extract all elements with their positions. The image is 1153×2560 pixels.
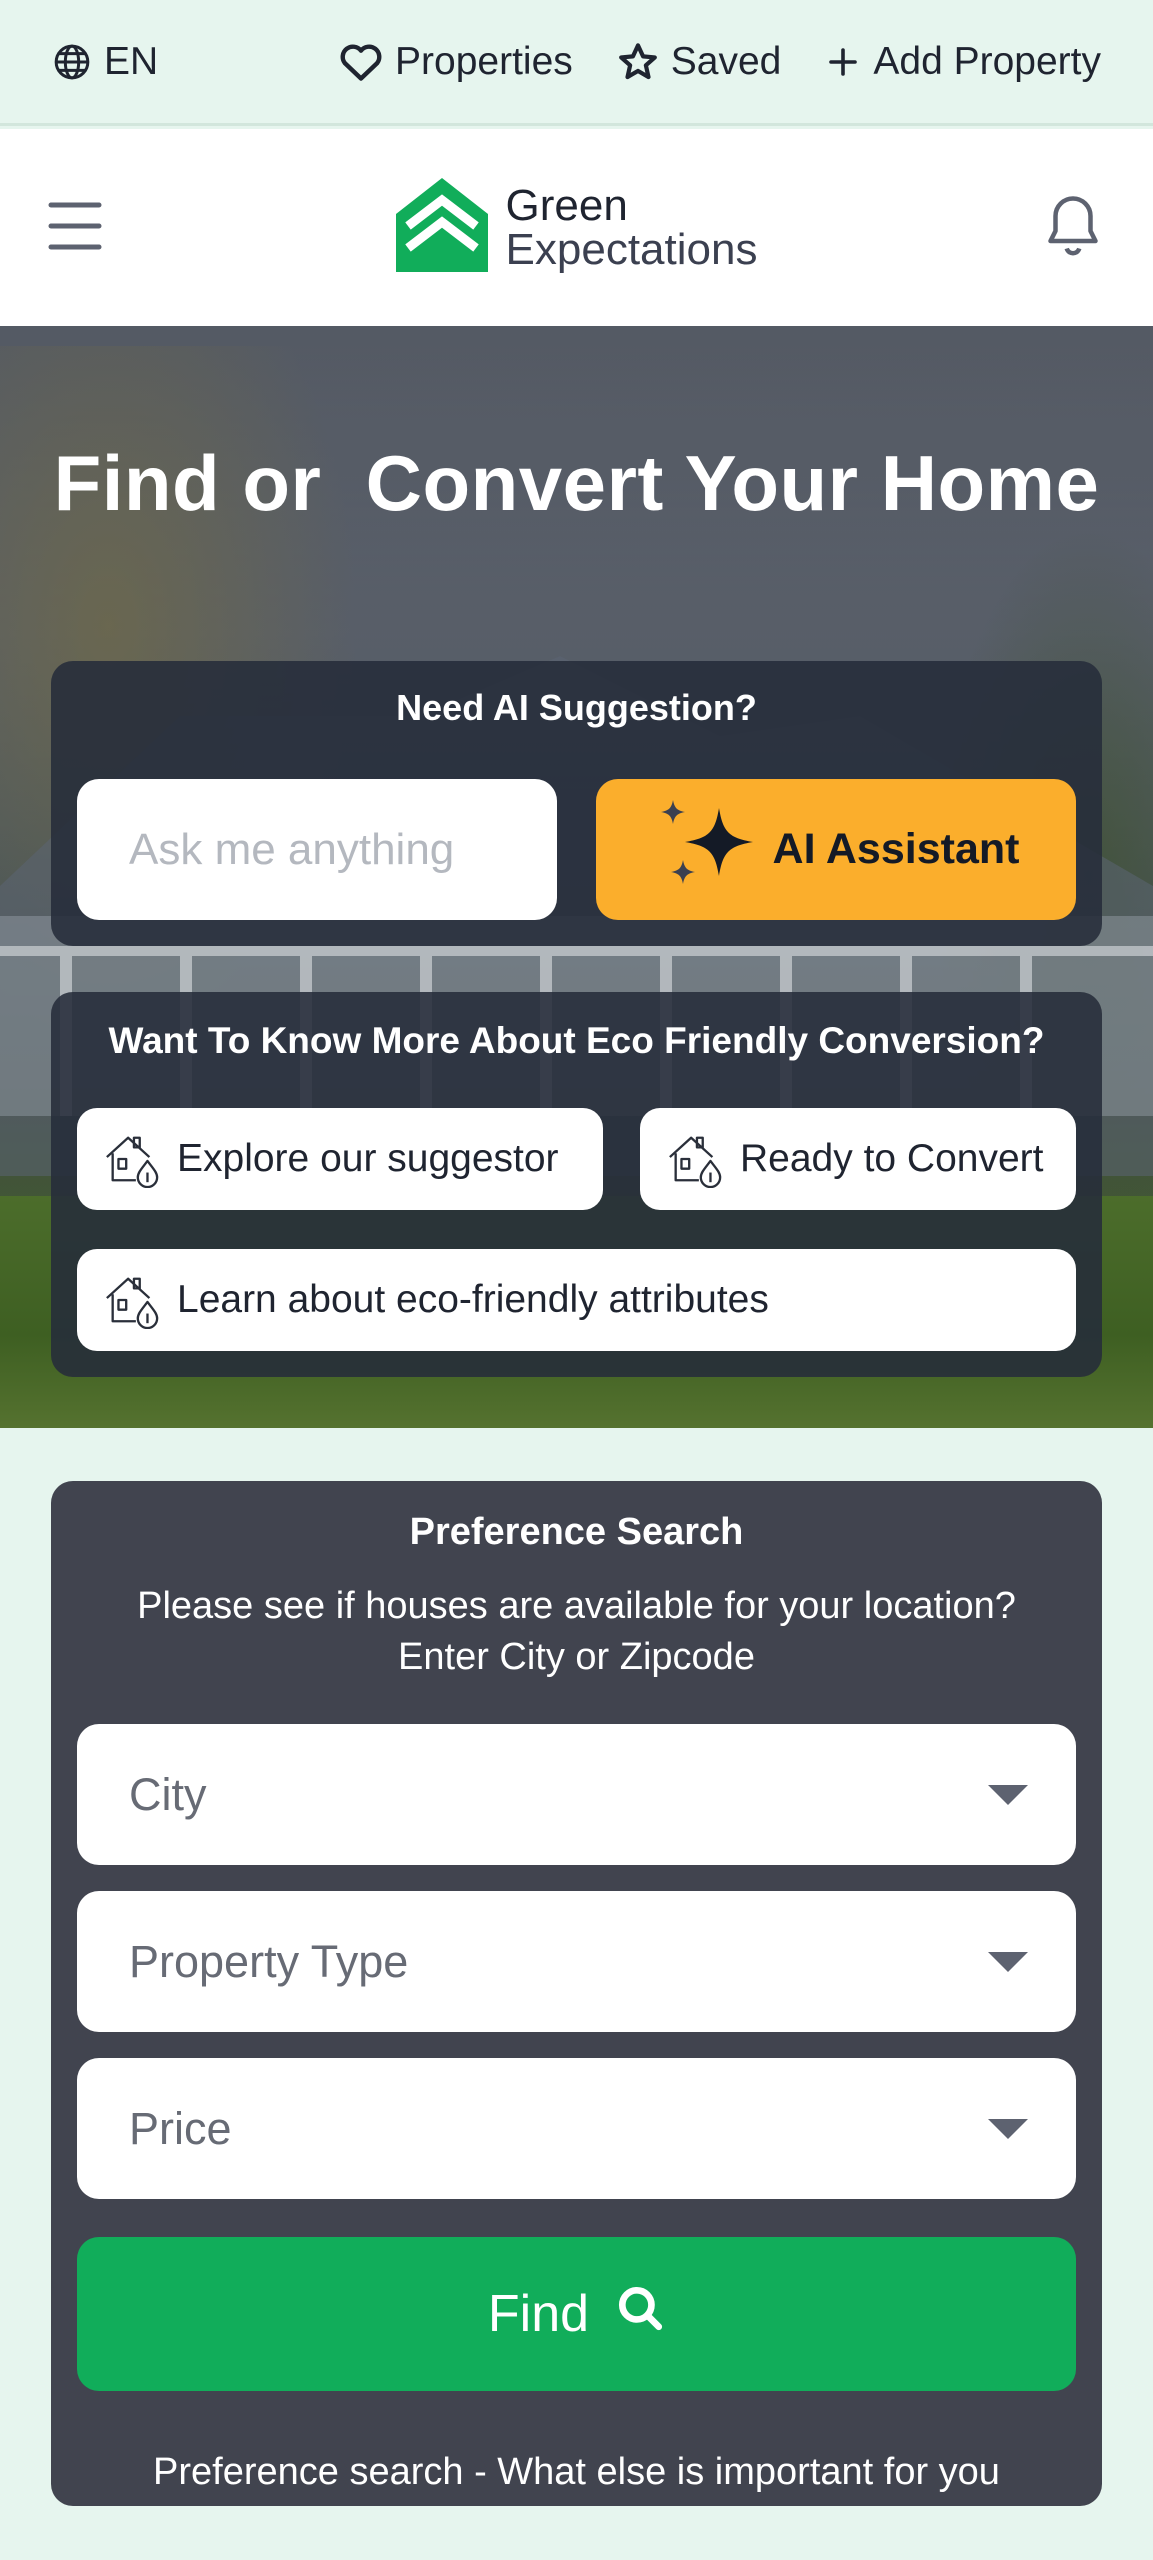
ready-to-convert-label: Ready to Convert — [740, 1137, 1044, 1180]
logo-chevron-icon — [395, 178, 488, 277]
city-select[interactable]: City — [77, 1724, 1076, 1865]
ai-assistant-button[interactable]: AI Assistant — [596, 779, 1076, 920]
language-label: EN — [104, 39, 159, 83]
explore-suggestor-button[interactable]: Explore our suggestor — [77, 1108, 603, 1210]
eco-house-icon — [103, 1130, 161, 1188]
preference-search-description: Please see if houses are available for y… — [137, 1585, 1016, 1679]
utility-bar: EN Properties Saved Add Property — [0, 0, 1153, 126]
ai-suggestion-card: Need AI Suggestion? AI Assistant — [51, 661, 1102, 946]
sparkles-icon — [653, 794, 763, 905]
property-type-select-value: Property Type — [129, 1935, 409, 1987]
hero-section: Find or Convert Your Home Need AI Sugges… — [0, 326, 1153, 1428]
properties-link[interactable]: Properties — [339, 40, 573, 84]
find-button-label: Find — [487, 2285, 590, 2343]
logo-line-2: Expectations — [505, 224, 758, 274]
logo[interactable]: Green Expectations — [395, 178, 758, 277]
price-select-value: Price — [129, 2102, 232, 2154]
hamburger-menu-icon[interactable] — [48, 201, 102, 256]
eco-conversion-card: Want To Know More About Eco Friendly Con… — [51, 992, 1102, 1377]
eco-attributes-button[interactable]: Learn about eco-friendly attributes — [77, 1249, 1076, 1351]
logo-text: Green Expectations — [505, 180, 758, 274]
add-property-label: Add Property — [873, 39, 1101, 83]
preference-search-card: Preference Search Please see if houses a… — [51, 1481, 1102, 2506]
eco-attributes-label: Learn about eco-friendly attributes — [177, 1278, 769, 1321]
explore-suggestor-label: Explore our suggestor — [177, 1137, 559, 1180]
plus-icon — [825, 44, 861, 80]
city-select-value: City — [129, 1768, 207, 1820]
globe-icon — [52, 42, 92, 82]
caret-down-icon — [988, 1951, 1028, 1972]
star-icon — [617, 41, 659, 83]
saved-label: Saved — [670, 39, 782, 83]
language-selector[interactable]: EN — [52, 40, 158, 84]
ready-to-convert-button[interactable]: Ready to Convert — [640, 1108, 1076, 1210]
price-select[interactable]: Price — [77, 2058, 1076, 2199]
add-property-link[interactable]: Add Property — [825, 40, 1101, 84]
bell-icon[interactable] — [1043, 193, 1103, 264]
find-button[interactable]: Find — [77, 2237, 1076, 2391]
heart-icon — [339, 41, 383, 83]
eco-conversion-heading: Want To Know More About Eco Friendly Con… — [108, 1020, 1045, 1061]
hero-title: Find or Convert Your Home — [53, 439, 1100, 527]
eco-house-icon — [666, 1130, 724, 1188]
preference-search-title: Preference Search — [409, 1511, 744, 1553]
ai-suggestion-heading: Need AI Suggestion? — [396, 687, 757, 728]
saved-link[interactable]: Saved — [617, 39, 782, 84]
site-header: Green Expectations — [0, 129, 1153, 326]
ask-input[interactable] — [77, 779, 557, 920]
preference-search-footer: Preference search - What else is importa… — [153, 2451, 1000, 2493]
logo-line-1: Green — [505, 180, 628, 230]
caret-down-icon — [988, 1784, 1028, 1805]
properties-label: Properties — [395, 39, 573, 83]
caret-down-icon — [988, 2118, 1028, 2139]
app-frame: EN Properties Saved Add Property Green E… — [0, 0, 1153, 2560]
ai-assistant-label: AI Assistant — [772, 825, 1020, 873]
property-type-select[interactable]: Property Type — [77, 1891, 1076, 2032]
eco-house-icon — [103, 1271, 161, 1329]
search-icon — [615, 2283, 665, 2346]
